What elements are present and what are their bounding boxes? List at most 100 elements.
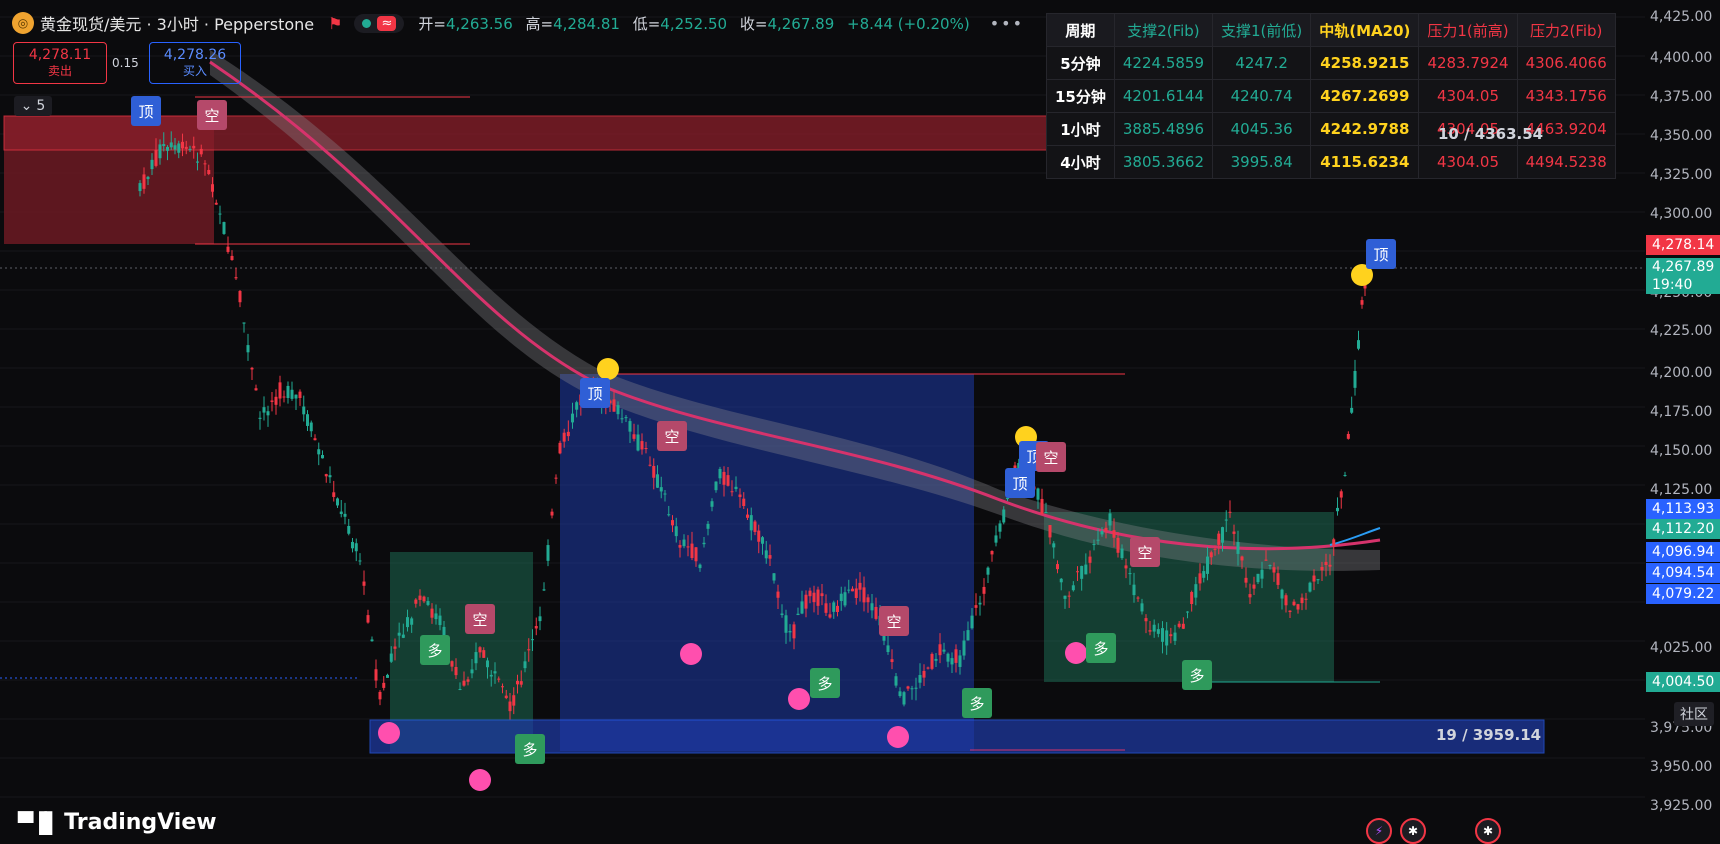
bottom-signal-dot[interactable] [1065,642,1087,664]
table-row: 15分钟 4201.6144 4240.74 4267.2699 4304.05… [1046,79,1616,113]
candle-body [994,535,998,543]
candle-body [571,413,574,423]
candle-body [266,411,270,416]
candle-body [930,653,934,669]
axis-tick-label: 4,350.00 [1650,128,1713,144]
bottom-signal-dot[interactable] [680,643,702,665]
candle-body [343,513,347,517]
bottom-signal-dot[interactable] [788,688,810,710]
candle-body [686,546,690,548]
candle-body [258,417,262,419]
candle-body [1112,530,1116,538]
candle-body [181,141,184,149]
candle-body [706,523,710,529]
candle-body [1346,433,1350,439]
bottom-signal-dot[interactable] [469,769,491,791]
candle-body [414,599,418,604]
long-marker[interactable]: 多 [1182,660,1212,690]
candle-body [1002,509,1006,523]
short-marker[interactable]: 空 [657,421,687,451]
candle-body [462,680,466,686]
table-cell: 4115.6234 [1310,145,1420,179]
candle-body [184,146,188,149]
long-marker[interactable]: 多 [515,734,545,764]
community-button[interactable]: 社区 [1674,702,1714,726]
candle-body [1048,525,1052,538]
short-marker[interactable]: 空 [197,100,227,130]
candle-body [812,592,816,603]
lightning-event-icon[interactable]: ⚡ [1366,818,1392,844]
top-marker-text: 顶 [138,103,153,121]
candle-body [958,655,962,667]
sell-label: 卖出 [47,64,72,78]
top-marker[interactable]: 顶 [131,96,161,126]
status-pill[interactable]: ≈ [354,13,405,33]
sell-price-tag: 4,278.14 [1646,235,1720,255]
short-marker[interactable]: 空 [465,604,495,634]
candle-body [1036,488,1040,500]
flag-icon[interactable]: ⚑ [328,14,342,33]
short-marker[interactable]: 空 [879,606,909,636]
axis-tick-label: 4,325.00 [1650,167,1713,183]
candle-body [1256,573,1260,583]
candle-body [454,667,458,676]
sell-button[interactable]: 4,278.11 卖出 [13,42,107,84]
candle-body [1040,498,1044,515]
candle-body [1217,533,1221,545]
candle-body [674,526,678,537]
table-cell: 5分钟 [1046,46,1115,80]
bottom-signal-dot[interactable] [378,722,400,744]
long-marker[interactable]: 多 [420,635,450,665]
axis-tick-label: 3,925.00 [1650,798,1713,814]
candle-body [1272,567,1276,573]
buy-button[interactable]: 4,278.26 买入 [149,42,241,84]
upper-zone-label: 10 / 4363.54 [1438,125,1544,143]
candle-body [306,414,309,426]
us-flag-icon[interactable]: ✱ [1475,818,1501,844]
open-label: 开= [418,14,446,33]
wave-icon: ≈ [377,15,397,31]
candle-body [546,545,550,561]
candle-body [1357,340,1360,349]
table-cell: 4304.05 [1418,145,1518,179]
long-marker[interactable]: 多 [1086,633,1116,663]
candle-body [828,614,832,618]
long-marker-text: 多 [1189,667,1204,685]
short-marker-text: 空 [886,613,901,631]
top-signal-dot[interactable] [597,358,619,380]
candle-body [173,145,177,150]
candle-body [1084,564,1088,575]
candle-body [702,542,706,545]
bottom-signal-dot[interactable] [887,726,909,748]
top-marker[interactable]: 顶 [1366,239,1396,269]
candle-body [847,589,851,591]
long-marker[interactable]: 多 [962,688,992,718]
candle-body [962,640,966,656]
candle-body [138,183,142,192]
short-marker[interactable]: 空 [1130,537,1160,567]
candle-body [1056,564,1059,570]
symbol-title[interactable]: 黄金现货/美元 · 3小时 · Pepperstone [40,11,314,35]
top-marker-text: 顶 [1012,475,1027,493]
candle-body [1252,584,1256,589]
us-flag-icon[interactable]: ✱ [1400,818,1426,844]
more-options-icon[interactable]: ••• [990,14,1024,33]
candle-body [1181,623,1185,629]
candle-body [990,550,994,555]
candle-body [854,588,858,598]
table-cell: 4343.1756 [1516,79,1616,113]
short-marker[interactable]: 空 [1036,442,1066,472]
candle-body [910,688,914,690]
candle-body [1059,578,1063,583]
candle-body [970,615,974,629]
indicator-collapse-button[interactable]: ⌄ 5 [14,96,52,116]
price-tag-green: 4,112.20 [1646,519,1720,539]
candle-body [1206,556,1209,574]
top-marker[interactable]: 顶 [580,378,610,408]
long-marker[interactable]: 多 [810,668,840,698]
candle-body [722,471,726,485]
candle-body [470,669,474,674]
candle-body [1328,564,1332,567]
table-header: 周期 [1046,13,1115,47]
top-marker[interactable]: 顶 [1005,468,1035,498]
